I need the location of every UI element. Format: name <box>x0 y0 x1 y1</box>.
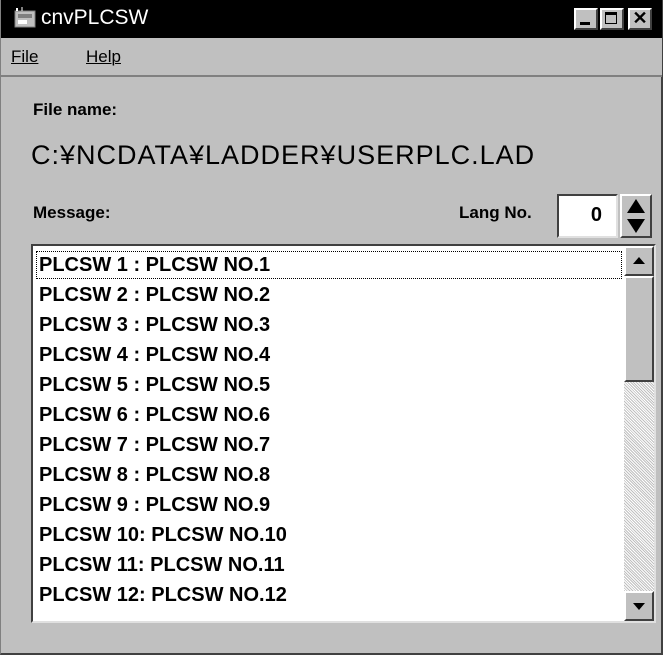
list-item[interactable]: PLCSW 6 : PLCSW NO.6 <box>35 400 623 430</box>
app-icon[interactable] <box>13 6 39 30</box>
close-button[interactable]: ✕ <box>628 8 652 30</box>
message-listbox[interactable]: PLCSW 1 : PLCSW NO.1 PLCSW 2 : PLCSW NO.… <box>31 244 656 623</box>
menu-file[interactable]: File <box>11 47 38 67</box>
scroll-down-button[interactable] <box>624 591 654 621</box>
list-item[interactable]: PLCSW 8 : PLCSW NO.8 <box>35 460 623 490</box>
spin-down-arrow-icon[interactable] <box>622 216 650 236</box>
close-icon: ✕ <box>632 8 648 28</box>
lang-no-spinner <box>620 194 652 238</box>
vertical-scrollbar[interactable] <box>624 246 654 621</box>
title-bar[interactable]: cnvPLCSW ✕ <box>1 0 662 38</box>
list-item[interactable]: PLCSW 12: PLCSW NO.12 <box>35 580 623 610</box>
minimize-button[interactable] <box>574 8 598 30</box>
maximize-icon <box>605 12 617 24</box>
app-window: cnvPLCSW ✕ File Help File name: C:¥NCDAT… <box>0 0 663 655</box>
minimize-icon <box>580 22 590 25</box>
maximize-button[interactable] <box>600 8 624 30</box>
list-item[interactable]: PLCSW 10: PLCSW NO.10 <box>35 520 623 550</box>
scroll-up-arrow-icon <box>633 257 645 264</box>
list-item[interactable]: PLCSW 1 : PLCSW NO.1 <box>35 250 623 280</box>
list-item[interactable]: PLCSW 3 : PLCSW NO.3 <box>35 310 623 340</box>
message-list: PLCSW 1 : PLCSW NO.1 PLCSW 2 : PLCSW NO.… <box>35 250 623 610</box>
scroll-up-button[interactable] <box>624 246 654 276</box>
menu-bar: File Help <box>1 38 662 77</box>
lang-no-label: Lang No. <box>459 203 532 222</box>
scroll-down-arrow-icon <box>633 603 645 610</box>
list-item[interactable]: PLCSW 4 : PLCSW NO.4 <box>35 340 623 370</box>
file-path-value: C:¥NCDATA¥LADDER¥USERPLC.LAD <box>31 140 536 170</box>
list-item[interactable]: PLCSW 9 : PLCSW NO.9 <box>35 490 623 520</box>
scrollbar-thumb[interactable] <box>624 276 654 382</box>
file-name-label: File name: <box>33 100 118 119</box>
list-item[interactable]: PLCSW 5 : PLCSW NO.5 <box>35 370 623 400</box>
menu-help[interactable]: Help <box>86 47 121 67</box>
lang-no-field[interactable]: 0 <box>557 194 618 238</box>
list-item[interactable]: PLCSW 2 : PLCSW NO.2 <box>35 280 623 310</box>
window-title: cnvPLCSW <box>41 6 149 29</box>
message-label: Message: <box>33 203 111 222</box>
spin-up-arrow-icon[interactable] <box>622 196 650 216</box>
list-item[interactable]: PLCSW 11: PLCSW NO.11 <box>35 550 623 580</box>
list-item[interactable]: PLCSW 7 : PLCSW NO.7 <box>35 430 623 460</box>
